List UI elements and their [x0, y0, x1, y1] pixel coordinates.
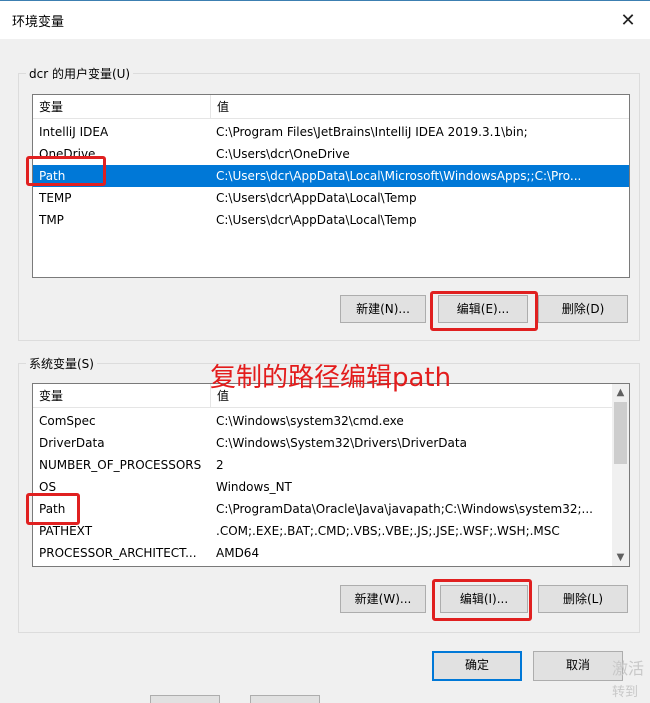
- annotation-box-user-edit: [430, 291, 538, 331]
- variable-value: C:\ProgramData\Oracle\Java\javapath;C:\W…: [216, 502, 593, 516]
- user-delete-button[interactable]: 删除(D): [538, 295, 628, 323]
- table-row[interactable]: TMP C:\Users\dcr\AppData\Local\Temp: [33, 209, 629, 231]
- table-row[interactable]: DriverData C:\Windows\System32\Drivers\D…: [33, 432, 614, 454]
- variable-value: C:\Windows\system32\cmd.exe: [216, 414, 404, 428]
- scrollbar-thumb[interactable]: [614, 402, 627, 464]
- column-header-variable[interactable]: 变量: [33, 95, 211, 119]
- chevron-up-icon[interactable]: ▲: [612, 384, 629, 401]
- annotation-box-system-path: [26, 493, 80, 525]
- variable-name: TMP: [39, 213, 64, 227]
- variable-name: ComSpec: [39, 414, 96, 428]
- close-button[interactable]: ✕: [606, 1, 650, 39]
- system-delete-button[interactable]: 删除(L): [538, 585, 628, 613]
- user-variables-list[interactable]: 变量 值 IntelliJ IDEA C:\Program Files\JetB…: [32, 94, 630, 278]
- variable-name: TEMP: [39, 191, 72, 205]
- window-title: 环境变量: [12, 15, 65, 30]
- activation-watermark: 激活: [612, 659, 645, 678]
- table-row[interactable]: OneDrive C:\Users\dcr\OneDrive: [33, 143, 629, 165]
- activation-watermark-line2: 转到: [612, 685, 639, 700]
- system-new-button[interactable]: 新建(W)...: [340, 585, 426, 613]
- annotation-text: 复制的路径编辑path: [210, 363, 452, 393]
- vertical-scrollbar[interactable]: ▲ ▼: [612, 384, 629, 566]
- title-bar: 环境变量 ✕: [0, 1, 650, 39]
- variable-name: IntelliJ IDEA: [39, 125, 109, 139]
- environment-variables-dialog: 环境变量 ✕ dcr 的用户变量(U) 变量 值 IntelliJ IDEA C…: [0, 0, 650, 703]
- system-variables-list[interactable]: 变量 值 ComSpec C:\Windows\system32\cmd.exe…: [32, 383, 630, 567]
- table-row[interactable]: OS Windows_NT: [33, 476, 614, 498]
- variable-value: C:\Users\dcr\AppData\Local\Temp: [216, 191, 417, 205]
- variable-name: PROCESSOR_ARCHITECT...: [39, 546, 197, 560]
- user-list-header: 变量 值: [33, 95, 629, 119]
- user-new-button[interactable]: 新建(N)...: [340, 295, 426, 323]
- variable-value: C:\Users\dcr\OneDrive: [216, 147, 350, 161]
- table-row[interactable]: IntelliJ IDEA C:\Program Files\JetBrains…: [33, 121, 629, 143]
- variable-value: Windows_NT: [216, 480, 292, 494]
- ok-button[interactable]: 确定: [432, 651, 522, 681]
- table-row[interactable]: TEMP C:\Users\dcr\AppData\Local\Temp: [33, 187, 629, 209]
- column-header-value[interactable]: 值: [211, 95, 229, 119]
- variable-value: 2: [216, 458, 224, 472]
- close-icon: ✕: [620, 9, 636, 31]
- chevron-down-icon[interactable]: ▼: [612, 549, 629, 566]
- variable-value: C:\Users\dcr\AppData\Local\Temp: [216, 213, 417, 227]
- variable-value: C:\Windows\System32\Drivers\DriverData: [216, 436, 467, 450]
- variable-name: NUMBER_OF_PROCESSORS: [39, 458, 202, 472]
- variable-value: C:\Users\dcr\AppData\Local\Microsoft\Win…: [216, 169, 582, 183]
- table-row[interactable]: ComSpec C:\Windows\system32\cmd.exe: [33, 410, 614, 432]
- table-row[interactable]: PATHEXT .COM;.EXE;.BAT;.CMD;.VBS;.VBE;.J…: [33, 520, 614, 542]
- table-row[interactable]: NUMBER_OF_PROCESSORS 2: [33, 454, 614, 476]
- variable-value: C:\Program Files\JetBrains\IntelliJ IDEA…: [216, 125, 528, 139]
- variable-value: AMD64: [216, 546, 260, 560]
- variable-value: .COM;.EXE;.BAT;.CMD;.VBS;.VBE;.JS;.JSE;.…: [216, 524, 560, 538]
- user-variables-label: dcr 的用户变量(U): [26, 65, 134, 82]
- column-header-variable[interactable]: 变量: [33, 384, 211, 408]
- table-row[interactable]: PROCESSOR_ARCHITECT... AMD64: [33, 542, 614, 564]
- variable-name: DriverData: [39, 436, 105, 450]
- annotation-box-user-path: [26, 156, 106, 186]
- table-row-selected[interactable]: Path C:\Users\dcr\AppData\Local\Microsof…: [33, 165, 629, 187]
- cancel-button[interactable]: 取消: [533, 651, 623, 681]
- table-row[interactable]: Path C:\ProgramData\Oracle\Java\javapath…: [33, 498, 614, 520]
- annotation-box-system-edit: [432, 579, 532, 621]
- system-variables-label: 系统变量(S): [26, 355, 97, 372]
